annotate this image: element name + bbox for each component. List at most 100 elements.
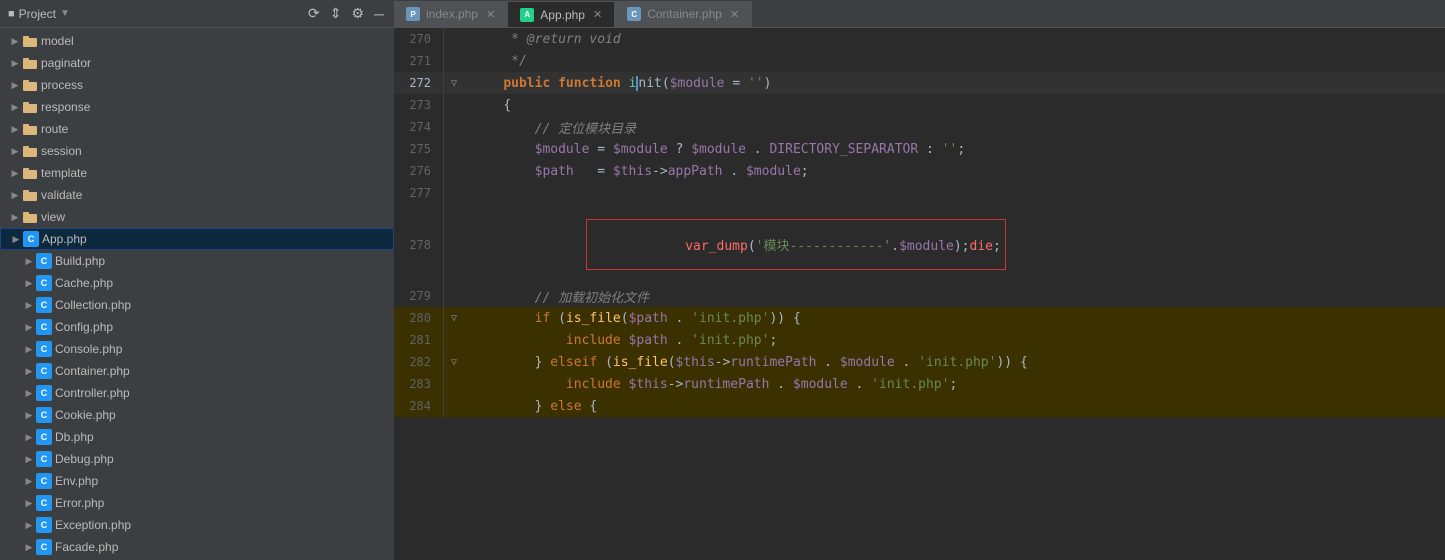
line-number: 278 bbox=[394, 204, 444, 285]
sidebar: ■ Project ▼ ⟳ ⇕ ⚙ ─ ▶ model ▶ paginator bbox=[0, 0, 394, 560]
line-number: 280 bbox=[394, 307, 444, 329]
sync-button[interactable]: ⟳ bbox=[306, 3, 322, 24]
file-icon-c: C bbox=[36, 495, 52, 511]
tree-item-exception-php[interactable]: ▶ C Exception.php bbox=[0, 514, 394, 536]
tree-item-collection-php[interactable]: ▶ C Collection.php bbox=[0, 294, 394, 316]
tree-item-cache-php[interactable]: ▶ C Cache.php bbox=[0, 272, 394, 294]
line-gutter bbox=[444, 373, 464, 395]
tree-arrow: ▶ bbox=[22, 388, 36, 399]
file-icon-c: C bbox=[36, 473, 52, 489]
tree-item-label: session bbox=[41, 144, 82, 158]
line-number: 279 bbox=[394, 285, 444, 307]
tab-close-icon[interactable]: ✕ bbox=[486, 8, 495, 21]
tab-label: App.php bbox=[540, 8, 585, 22]
tree-item-label: paginator bbox=[41, 56, 91, 70]
file-icon-c: C bbox=[36, 341, 52, 357]
editor: P index.php ✕ A App.php ✕ C Container.ph… bbox=[394, 0, 1445, 560]
file-icon-c: C bbox=[36, 275, 52, 291]
tree-item-config-php[interactable]: ▶ C Config.php bbox=[0, 316, 394, 338]
line-content: } else { bbox=[464, 395, 1445, 417]
tree-item-label: model bbox=[41, 34, 74, 48]
tree-item-container-php[interactable]: ▶ C Container.php bbox=[0, 360, 394, 382]
tree-item-build-php[interactable]: ▶ C Build.php bbox=[0, 250, 394, 272]
tree-item-paginator[interactable]: ▶ paginator bbox=[0, 52, 394, 74]
tree-item-label: Collection.php bbox=[55, 298, 131, 312]
tree-arrow: ▶ bbox=[8, 36, 22, 47]
tab-close-icon[interactable]: ✕ bbox=[730, 8, 739, 21]
tab-index-php[interactable]: P index.php ✕ bbox=[394, 1, 508, 27]
file-icon-c: C bbox=[36, 429, 52, 445]
tree-item-console-php[interactable]: ▶ C Console.php bbox=[0, 338, 394, 360]
tree-arrow: ▶ bbox=[22, 300, 36, 311]
folder-icon bbox=[22, 35, 38, 48]
code-line-282: 282 ▽ } elseif (is_file($this->runtimePa… bbox=[394, 351, 1445, 373]
tree-item-process[interactable]: ▶ process bbox=[0, 74, 394, 96]
tree-item-controller-php[interactable]: ▶ C Controller.php bbox=[0, 382, 394, 404]
line-gutter bbox=[444, 285, 464, 307]
tab-label: Container.php bbox=[647, 7, 722, 21]
file-icon-c: C bbox=[36, 451, 52, 467]
tree-item-db-php[interactable]: ▶ C Db.php bbox=[0, 426, 394, 448]
tree-item-model[interactable]: ▶ model bbox=[0, 30, 394, 52]
folder-icon bbox=[22, 145, 38, 158]
tree-item-view[interactable]: ▶ view bbox=[0, 206, 394, 228]
tree-item-response[interactable]: ▶ response bbox=[0, 96, 394, 118]
tree-arrow: ▶ bbox=[22, 410, 36, 421]
code-line-271: 271 */ bbox=[394, 50, 1445, 72]
tab-container-php[interactable]: C Container.php ✕ bbox=[615, 1, 752, 27]
line-number: 273 bbox=[394, 94, 444, 116]
fold-arrow[interactable]: ▽ bbox=[451, 357, 457, 368]
line-number: 283 bbox=[394, 373, 444, 395]
tab-file-icon: P bbox=[406, 7, 420, 21]
tab-file-icon: C bbox=[627, 7, 641, 21]
fold-arrow[interactable]: ▽ bbox=[451, 313, 457, 324]
file-icon-c: C bbox=[36, 385, 52, 401]
code-line-279: 279 // 加载初始化文件 bbox=[394, 285, 1445, 307]
tree-item-label: Debug.php bbox=[55, 452, 114, 466]
tree-item-route[interactable]: ▶ route bbox=[0, 118, 394, 140]
tree-arrow: ▶ bbox=[8, 190, 22, 201]
sidebar-header: ■ Project ▼ ⟳ ⇕ ⚙ ─ bbox=[0, 0, 394, 28]
tree-arrow: ▶ bbox=[8, 80, 22, 91]
tree-item-validate[interactable]: ▶ validate bbox=[0, 184, 394, 206]
line-gutter bbox=[444, 160, 464, 182]
line-content: { bbox=[464, 94, 1445, 116]
tree-item-label: response bbox=[41, 100, 90, 114]
tree-item-session[interactable]: ▶ session bbox=[0, 140, 394, 162]
tree-item-app-php[interactable]: ▶ C App.php bbox=[0, 228, 394, 250]
tree-item-cookie-php[interactable]: ▶ C Cookie.php bbox=[0, 404, 394, 426]
tree-arrow: ▶ bbox=[22, 520, 36, 531]
file-icon-c: C bbox=[36, 297, 52, 313]
settings-button[interactable]: ⚙ bbox=[350, 3, 367, 24]
code-area[interactable]: 270 * @return void 271 */ 272 ▽ public f… bbox=[394, 28, 1445, 560]
code-line-284: 284 } else { bbox=[394, 395, 1445, 417]
tree-item-label: Cache.php bbox=[55, 276, 113, 290]
sidebar-dropdown-icon[interactable]: ▼ bbox=[60, 8, 70, 19]
tree-item-error-php[interactable]: ▶ C Error.php bbox=[0, 492, 394, 514]
tree-item-env-php[interactable]: ▶ C Env.php bbox=[0, 470, 394, 492]
line-number: 274 bbox=[394, 116, 444, 138]
tree-arrow: ▶ bbox=[8, 146, 22, 157]
folder-icon bbox=[22, 189, 38, 202]
tab-close-icon[interactable]: ✕ bbox=[593, 8, 602, 21]
tree-arrow: ▶ bbox=[22, 476, 36, 487]
tree-item-template[interactable]: ▶ template bbox=[0, 162, 394, 184]
expand-button[interactable]: ⇕ bbox=[328, 3, 344, 24]
code-line-283: 283 include $this->runtimePath . $module… bbox=[394, 373, 1445, 395]
tree-item-facade-php[interactable]: ▶ C Facade.php bbox=[0, 536, 394, 558]
tree-arrow: ▶ bbox=[22, 498, 36, 509]
tree-item-label: Controller.php bbox=[55, 386, 130, 400]
tree-arrow: ▶ bbox=[22, 344, 36, 355]
fold-arrow[interactable]: ▽ bbox=[451, 78, 457, 89]
tree-arrow: ▶ bbox=[9, 234, 23, 245]
tree-arrow: ▶ bbox=[22, 432, 36, 443]
line-content: $module = $module ? $module . DIRECTORY_… bbox=[464, 138, 1445, 160]
line-content: // 加载初始化文件 bbox=[464, 285, 1445, 307]
line-number: 271 bbox=[394, 50, 444, 72]
tab-app-php[interactable]: A App.php ✕ bbox=[508, 1, 615, 27]
tree-item-label: Console.php bbox=[55, 342, 122, 356]
tree-item-label: Cookie.php bbox=[55, 408, 116, 422]
file-icon-c: C bbox=[36, 253, 52, 269]
minimize-button[interactable]: ─ bbox=[372, 4, 386, 24]
tree-item-debug-php[interactable]: ▶ C Debug.php bbox=[0, 448, 394, 470]
